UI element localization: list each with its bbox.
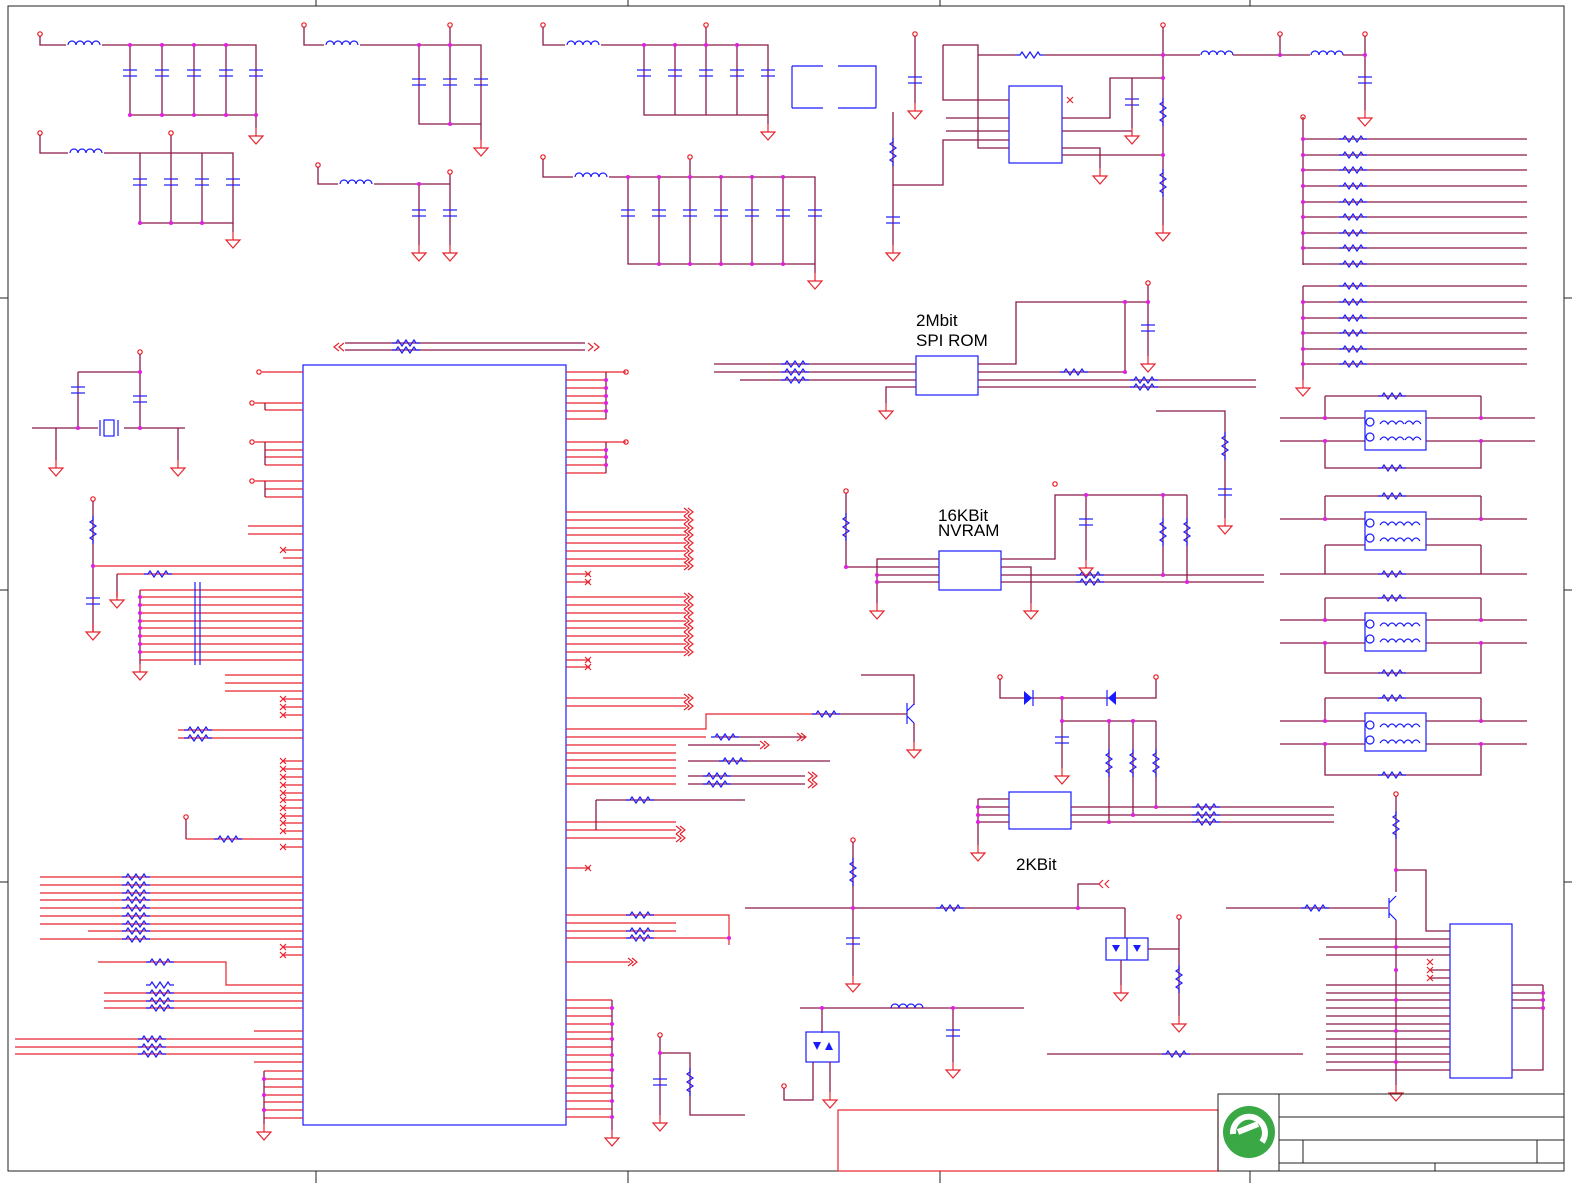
title-block — [837, 1093, 1565, 1172]
transformer-3 — [1280, 597, 1527, 674]
rom-label-1: 2Mbit — [916, 311, 958, 330]
eeprom-label: 2KBit — [1016, 855, 1057, 874]
crystal-placeholder — [791, 65, 877, 109]
nvram: 16KBit NVRAM — [842, 481, 1264, 620]
pullup-array-2 — [1295, 282, 1527, 397]
decoupling-group-2 — [37, 130, 241, 249]
schematic-sheet: 2Mbit SPI ROM 16KBit NVRAM 2KBit — [0, 0, 1572, 1183]
connector-header — [1319, 923, 1544, 1079]
spi-rom: 2Mbit SPI ROM — [714, 280, 1256, 535]
green-e-logo-icon — [1223, 1106, 1275, 1158]
transformer-4 — [1280, 697, 1527, 776]
decoupling-group-3 — [301, 22, 489, 157]
crystal-oscillator — [32, 349, 186, 477]
decoupling-group-6 — [540, 154, 823, 290]
transformer-1 — [1280, 395, 1535, 469]
decoupling-group-5 — [540, 22, 776, 141]
eeprom-2kbit: 2KBit — [970, 791, 1334, 874]
junction-dots — [76, 43, 1545, 1119]
diode-pair — [997, 674, 1160, 822]
reset-network — [745, 837, 1187, 1033]
transformer-block — [1280, 395, 1535, 776]
sheet-border — [7, 5, 1565, 1172]
npn-transistor-1 — [811, 674, 922, 759]
transformer-2 — [1280, 495, 1527, 575]
decoupling-group-1 — [37, 31, 264, 145]
nvram-label-2: NVRAM — [938, 521, 999, 540]
decoupling-group-4 — [315, 162, 458, 262]
rom-label-2: SPI ROM — [916, 331, 988, 350]
pullup-array-1 — [1300, 114, 1527, 268]
main-ic — [15, 339, 830, 1147]
regulator-block — [885, 22, 1373, 262]
power-filter-bottom — [652, 1003, 1303, 1132]
